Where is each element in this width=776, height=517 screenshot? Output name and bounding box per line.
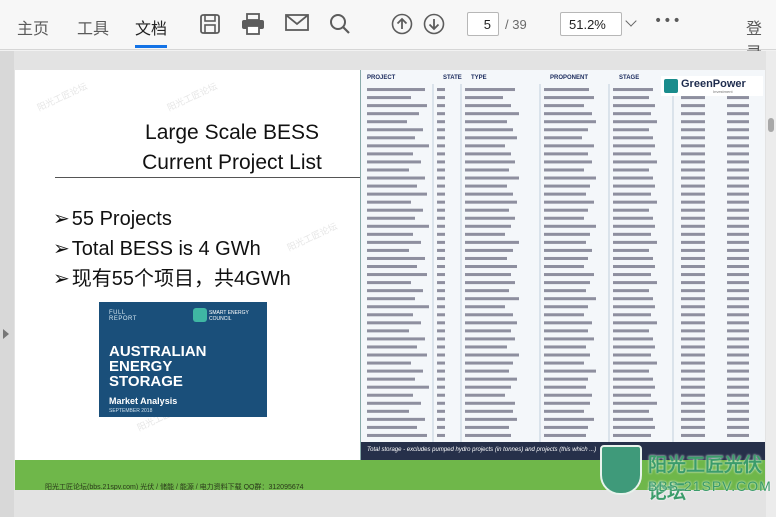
greenpower-logo-icon <box>664 79 678 93</box>
toolbar: 主页 工具 文档 5 / 39 51.2% ••• 登录 <box>0 0 776 62</box>
nav-tools[interactable]: 工具 <box>77 15 109 39</box>
greenpower-logo: GreenPower Investment <box>661 76 763 96</box>
scrollbar-thumb[interactable] <box>768 118 774 132</box>
report-cover-image: FULL REPORT SMART ENERGY COUNCIL AUSTRAL… <box>99 302 267 417</box>
nav-home[interactable]: 主页 <box>17 15 49 39</box>
nav-document[interactable]: 文档 <box>135 15 168 48</box>
table-body <box>367 84 749 444</box>
page-number-input[interactable]: 5 <box>467 12 499 36</box>
col-project: PROJECT <box>367 75 396 81</box>
smart-energy-logo-icon <box>193 308 207 322</box>
project-table-image: PROJECT STATE TYPE PROPONENT STAGE Green… <box>360 70 765 460</box>
report-date: SEPTEMBER 2018 <box>109 408 153 414</box>
col-state: STATE <box>443 75 462 81</box>
bullet-list: 55 Projects Total BESS is 4 GWh 现有55个项目，… <box>53 204 291 294</box>
zoom-select[interactable]: 51.2% <box>560 12 622 36</box>
mail-icon[interactable] <box>285 13 309 37</box>
report-label: FULL REPORT <box>109 310 137 322</box>
bullet-item: 55 Projects <box>53 204 291 234</box>
slide-title-line: Large Scale BESS <box>145 121 319 144</box>
site-url: BBS.21SPV.COM <box>648 478 772 494</box>
slide-title-line: Current Project List <box>142 151 322 174</box>
bullet-item: Total BESS is 4 GWh <box>53 234 291 264</box>
save-icon[interactable] <box>199 13 223 37</box>
more-options-icon[interactable]: ••• <box>654 13 682 29</box>
left-panel-toggle[interactable] <box>0 51 14 517</box>
watermark: 阳光工匠论坛 <box>35 81 89 113</box>
divider <box>55 177 360 178</box>
page-up-icon[interactable] <box>391 13 415 37</box>
slide-footer-text: 阳光工匠论坛(bbs.21spv.com) 光伏 / 储能 / 能源 / 电力资… <box>45 484 304 490</box>
col-proponent: PROPONENT <box>550 75 589 81</box>
watermark: 阳光工匠论坛 <box>285 221 339 253</box>
watermark: 阳光工匠论坛 <box>165 81 219 113</box>
page-down-icon[interactable] <box>423 13 447 37</box>
col-stage: STAGE <box>619 75 640 81</box>
report-title: AUSTRALIAN ENERGY STORAGE <box>109 343 207 390</box>
expand-arrow-icon <box>3 329 9 339</box>
bullet-item: 现有55个项目，共4GWh <box>53 264 291 294</box>
slide-title: Large Scale BESS Current Project List <box>97 118 367 178</box>
site-name: 阳光工匠光伏论坛 <box>648 454 763 503</box>
chevron-down-icon[interactable] <box>625 15 637 27</box>
shield-icon <box>600 445 642 495</box>
col-type: TYPE <box>471 75 487 81</box>
page-total: / 39 <box>505 17 527 32</box>
print-icon[interactable] <box>241 13 265 37</box>
report-subtitle: Market Analysis <box>109 396 178 406</box>
site-watermark-logo: 阳光工匠光伏论坛 BBS.21SPV.COM <box>590 440 771 510</box>
search-icon[interactable] <box>329 13 353 37</box>
pdf-page: 阳光工匠论坛 阳光工匠论坛 阳光工匠论坛 阳光工匠论坛 Large Scale … <box>15 70 765 490</box>
council-name: SMART ENERGY COUNCIL <box>209 310 249 322</box>
